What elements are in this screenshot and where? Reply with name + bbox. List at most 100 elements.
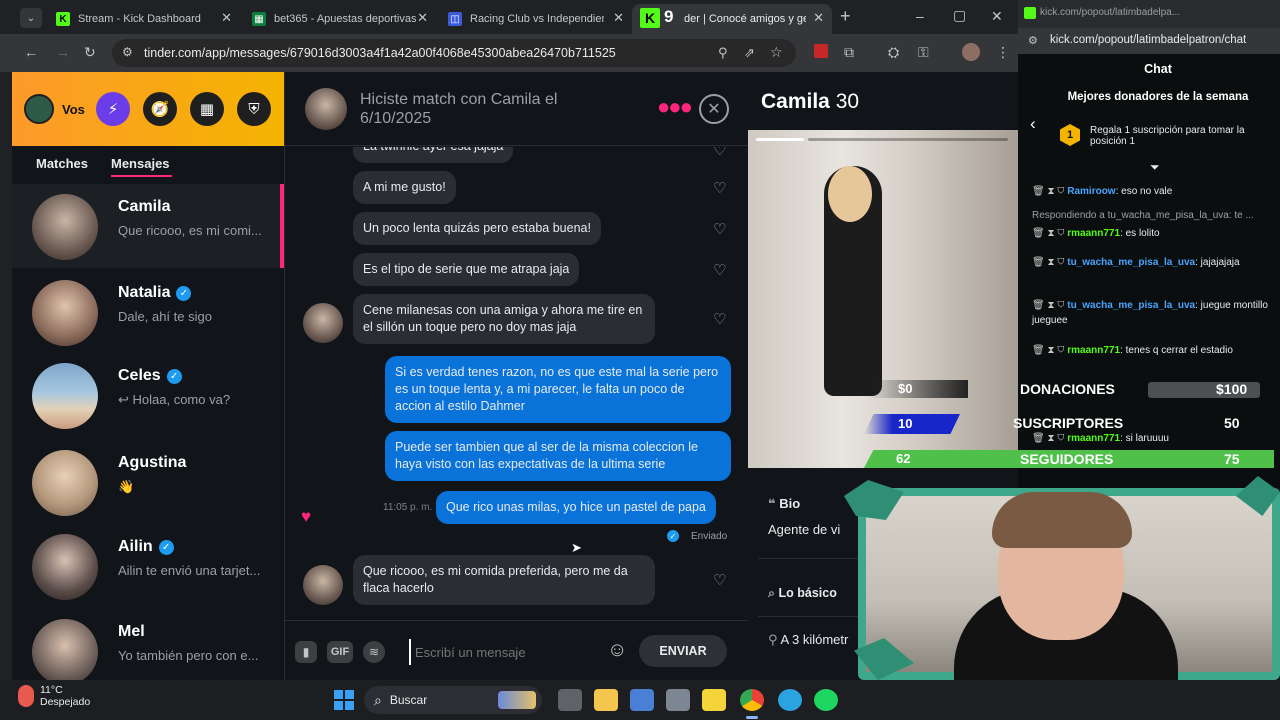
message-bubble-sent: Que rico unas milas, yo hice un pastel d… [436,491,716,524]
close-icon[interactable]: ✕ [417,10,428,26]
compose-bar: ▮ GIF ≋ ☺ ENVIAR [285,620,749,680]
chat-text: jajajajaja [1200,257,1240,268]
minimize-button[interactable]: – [916,8,924,24]
extensions-icon[interactable]: ⧉ [844,44,854,61]
windows-taskbar: 11°C Despejado ⌕ Buscar [0,680,1280,720]
maximize-button[interactable]: ▢ [953,7,966,24]
like-heart-icon[interactable]: ♡ [713,261,726,279]
conversation-camila[interactable]: Camila Que ricooo, es mi comi... [12,184,284,268]
chat-username[interactable]: tu_wacha_me_pisa_la_uva [1067,300,1195,311]
match-info: Hiciste match con Camila el 6/10/2025 [360,90,557,128]
chat-text: es lolito [1125,228,1160,239]
message-bubble: A mi me gusto! [353,171,456,204]
mod-tools-icon[interactable]: 🗑 ⧗ ⛉ [1032,228,1064,239]
install-icon[interactable]: ⇗ [744,45,755,61]
close-window-button[interactable]: ✕ [991,8,1003,25]
forward-icon[interactable]: → [56,44,70,60]
work-button[interactable]: ▦ [190,92,224,126]
kick-icon: K [56,12,70,26]
conversation-agustina[interactable]: Agustina 👋 [12,440,284,524]
profile-name: Camila 30 [761,90,860,113]
taskbar-search[interactable]: ⌕ Buscar [364,686,542,714]
followers-value: 75 [1224,451,1240,467]
more-options-icon[interactable]: ●●● [657,94,693,120]
safety-button[interactable]: ⛨ [237,92,271,126]
mod-tools-icon[interactable]: 🗑 ⧗ ⛉ [1032,345,1064,356]
conversation-mel[interactable]: Mel Yo también pero con e... [12,609,284,680]
mod-tools-icon[interactable]: 🗑 ⧗ ⛉ [1032,186,1064,197]
spotify-button[interactable]: ≋ [363,641,385,663]
telegram-icon[interactable] [778,689,802,711]
address-bar[interactable]: ⚙ tinder.com/app/messages/679016d3003a4f… [112,39,796,67]
like-heart-icon[interactable]: ♡ [713,179,726,197]
gif-button[interactable]: GIF [327,641,353,663]
conversation-preview: ↩ Holaa, como va? [118,392,231,407]
message-list: La twinnie ayer esa jajaja ♡ A mi me gus… [285,147,749,620]
match-avatar[interactable] [305,88,347,130]
message-input[interactable] [409,639,599,665]
close-icon[interactable]: ✕ [813,10,824,26]
chevron-left-icon[interactable]: ‹ [1030,114,1036,134]
site-info-icon[interactable]: ⚙ [122,45,133,59]
my-profile-button[interactable]: Vos [24,94,85,124]
message-timestamp: 11:05 p. m. [383,502,433,513]
conversation-natalia[interactable]: Natalia ✓ Dale, ahí te sigo [12,270,284,354]
new-tab-button[interactable]: + [840,6,851,27]
chrome-icon[interactable] [740,689,764,711]
file-explorer-icon[interactable] [594,689,618,711]
conversation-preview: 👋 [118,479,135,494]
message-bubble-sent: Puede ser tambien que al ser de la misma… [385,431,731,481]
conversation-ailin[interactable]: Ailin ✓ Ailin te envió una tarjet... [12,524,284,608]
like-heart-icon[interactable]: ♡ [713,220,726,238]
incognito-icon[interactable]: ⛭ [888,44,899,61]
location-icon[interactable]: ⚲ [718,45,728,61]
like-heart-icon[interactable]: ♡ [713,310,726,328]
match-line-1: Hiciste match con Camila el [360,91,558,108]
tab-racing[interactable]: ◫ Racing Club vs Independiente ✕ [436,4,632,34]
sticky-notes-icon[interactable] [702,689,726,711]
extension-badge-icon[interactable] [814,44,828,58]
tab-bet365[interactable]: ▦ bet365 - Apuestas deportivas e ✕ [240,4,436,34]
start-button[interactable] [334,690,354,710]
send-button[interactable]: ENVIAR [639,635,727,667]
close-chat-button[interactable]: ✕ [699,94,729,124]
weather-widget[interactable]: 11°C Despejado [18,684,90,708]
bio-section: ❝ Bio [768,496,801,511]
calculator-icon[interactable] [666,689,690,711]
sidebar: Vos ⚡ 🧭 ▦ ⛨ Matches Mensajes Camila Que … [12,72,284,680]
explore-button[interactable]: 🧭 [143,92,177,126]
like-heart-icon[interactable]: ♡ [713,147,726,159]
profile-avatar[interactable] [962,43,980,61]
boost-button[interactable]: ⚡ [96,92,130,126]
close-icon[interactable]: ✕ [221,10,232,26]
chat-username[interactable]: tu_wacha_me_pisa_la_uva [1067,257,1195,268]
chat-username[interactable]: rmaann771 [1067,228,1120,239]
emoji-icon[interactable]: ☺ [607,639,627,662]
tab-matches[interactable]: Matches [36,156,88,171]
tab-messages[interactable]: Mensajes [111,156,170,171]
store-icon[interactable] [630,689,654,711]
pin-icon[interactable]: ⏷ [1150,160,1160,175]
mod-tools-icon[interactable]: 🗑 ⧗ ⛉ [1032,300,1064,311]
tab-tinder[interactable]: K 9 der | Conocé amigos y gent ✕ [632,4,832,34]
reload-icon[interactable]: ↻ [84,44,96,61]
close-icon[interactable]: ✕ [613,10,624,26]
avatar [32,619,98,680]
like-heart-icon[interactable]: ♡ [713,571,726,589]
location-pin-icon: ⚲ [768,632,778,647]
chat-username[interactable]: Ramiroow [1067,186,1115,197]
shield-icon: ⛨ [248,100,260,118]
back-icon[interactable]: ← [24,44,38,60]
bookmark-star-icon[interactable]: ☆ [770,44,783,61]
tab-search-button[interactable]: ⌄ [20,8,42,28]
task-view-icon[interactable] [558,689,582,711]
tab-kick-dashboard[interactable]: K Stream - Kick Dashboard ✕ [44,4,240,34]
conversation-celes[interactable]: Celes ✓ ↩ Holaa, como va? [12,353,284,437]
spotify-icon[interactable] [814,689,838,711]
chat-username[interactable]: rmaann771 [1067,345,1120,356]
menu-dots-icon[interactable]: ⋮ [996,44,1010,61]
sticker-button[interactable]: ▮ [295,641,317,663]
message-bubble: Que ricooo, es mi comida preferida, pero… [353,555,655,605]
mod-tools-icon[interactable]: 🗑 ⧗ ⛉ [1032,257,1064,268]
key-icon[interactable]: ⚿ [918,44,929,61]
